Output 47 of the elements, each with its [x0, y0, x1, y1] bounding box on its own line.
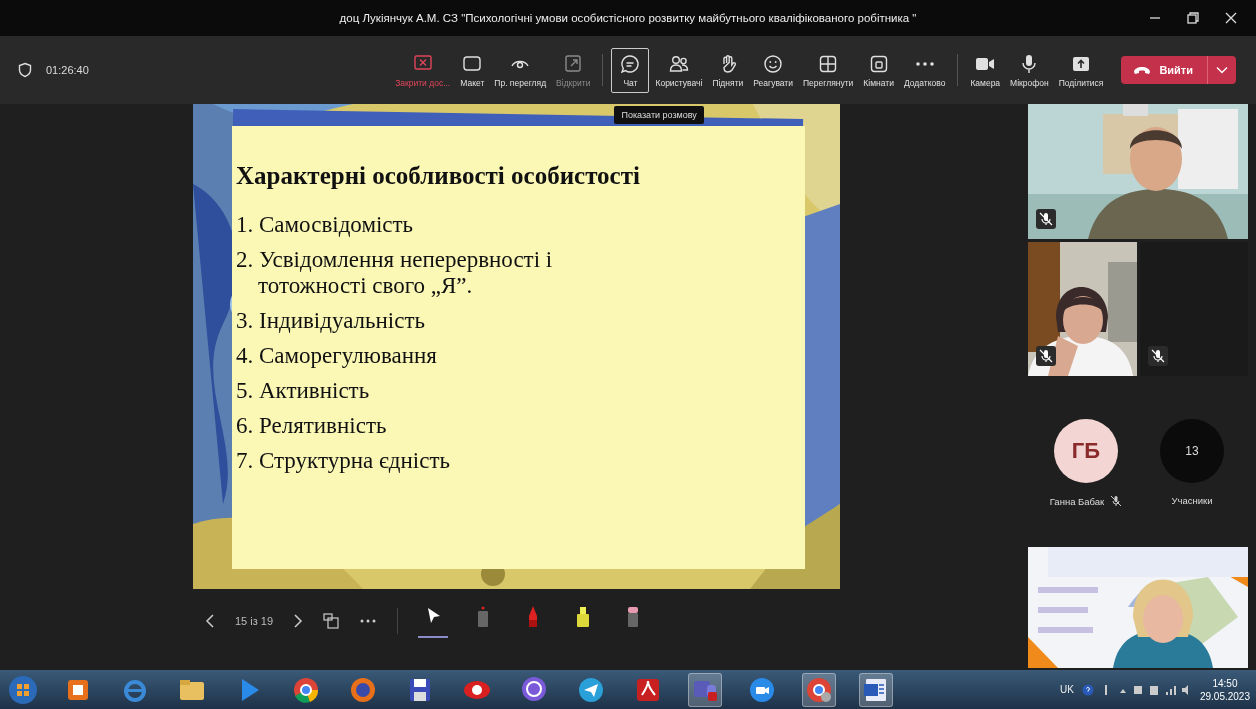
- clock-date: 29.05.2023: [1199, 689, 1250, 703]
- list-item: 5. Активність: [236, 378, 371, 404]
- toolbar-button[interactable]: Реагувати: [749, 47, 797, 93]
- toolbar-button[interactable]: Кімнати: [859, 47, 898, 93]
- shield-icon: [18, 62, 32, 78]
- list-item: 7. Структурна єдність: [236, 448, 451, 474]
- slide-title: Характерні особливості особистості: [236, 162, 641, 190]
- clock-time: 14:50: [1212, 676, 1238, 690]
- toolbar-button[interactable]: Мікрофон: [1006, 47, 1053, 93]
- toolbar-button[interactable]: Закрити дос...: [391, 47, 455, 93]
- participants-label: Учасники: [1171, 495, 1213, 506]
- more-icon[interactable]: [359, 617, 378, 624]
- toolbar-button[interactable]: Поділитися: [1054, 47, 1108, 93]
- taskbar-app[interactable]: [859, 672, 893, 707]
- toolbar-button[interactable]: Додатково: [899, 47, 950, 93]
- toolbar-button[interactable]: Користувачі: [651, 47, 707, 93]
- avatar[interactable]: ГБ: [1054, 419, 1118, 483]
- more-icon: [913, 60, 936, 67]
- help-icon[interactable]: [1081, 683, 1094, 696]
- phone-icon: [1133, 65, 1152, 75]
- toolbar-button[interactable]: Переглянути: [799, 47, 858, 93]
- window-title: доц Лукіянчук А.М. СЗ "Психологічні умови особистісного розвитку майбутнього кваліфікованого робітника ": [339, 12, 917, 24]
- chevron-down-icon: [1216, 66, 1228, 74]
- maximize-icon[interactable]: [1186, 11, 1200, 25]
- language-indicator[interactable]: UK: [1060, 684, 1074, 695]
- list-item: 1. Самосвідомість: [236, 212, 415, 238]
- toolbar-button[interactable]: Пр. перегляд: [490, 47, 551, 93]
- taskbar-app[interactable]: [802, 672, 836, 707]
- start-icon[interactable]: [8, 674, 38, 705]
- list-item: 3. Індивідуальність: [236, 308, 426, 334]
- list-item: 2. Усвідомлення неперервності і тотожності свого „Я”.: [236, 247, 554, 299]
- list-item: 4. Саморегулювання: [236, 343, 438, 369]
- previous-icon[interactable]: [205, 612, 215, 629]
- smiley-icon: [762, 52, 785, 75]
- slides-icon[interactable]: [323, 612, 340, 629]
- next-icon[interactable]: [293, 612, 304, 629]
- participant-count[interactable]: 13: [1160, 419, 1224, 483]
- toolbar-button[interactable]: Камера: [966, 47, 1005, 93]
- participant-name: Ганна Бабак: [1049, 495, 1105, 507]
- close-icon[interactable]: [1224, 11, 1238, 25]
- toolbar-button[interactable]: Чат: [611, 47, 650, 93]
- chat-icon: [619, 52, 642, 75]
- toolbar-button[interactable]: Макет: [456, 47, 489, 93]
- slide-counter: 15 із 19: [235, 614, 274, 627]
- call-timer: 01:26:40: [46, 64, 89, 76]
- list-item: 6. Релятивність: [236, 413, 388, 439]
- toolbar-button[interactable]: Підняти: [708, 47, 748, 93]
